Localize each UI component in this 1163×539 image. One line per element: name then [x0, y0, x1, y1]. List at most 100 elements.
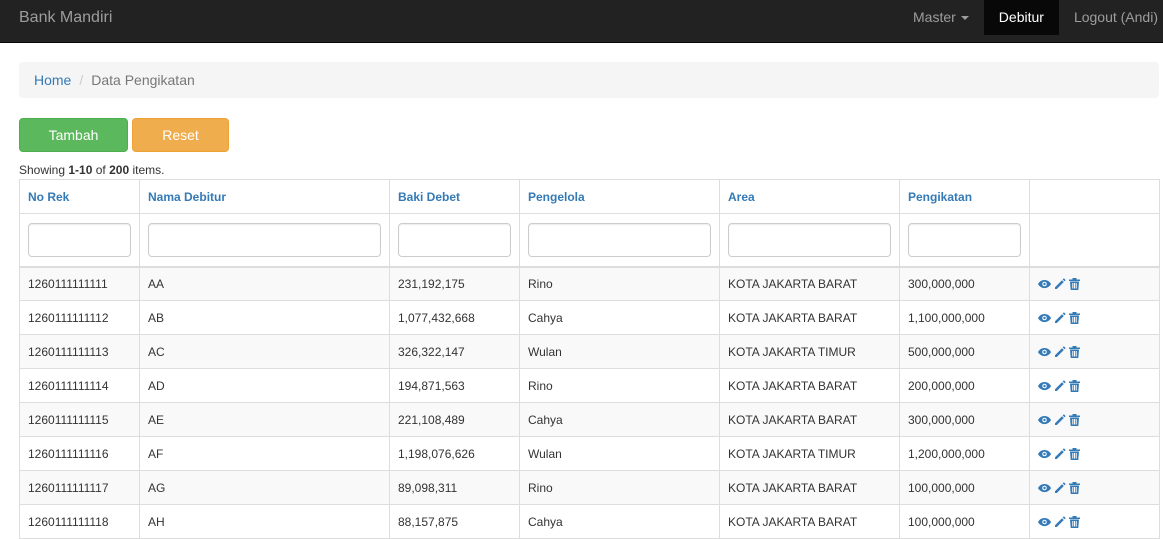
summary-suffix: items.	[129, 163, 165, 177]
pencil-icon[interactable]	[1054, 278, 1066, 290]
cell-baki-debet: 1,198,076,626	[389, 436, 520, 471]
row-actions	[1038, 379, 1151, 392]
column-header-pengikatan[interactable]: Pengikatan	[899, 179, 1030, 214]
row-actions	[1038, 277, 1151, 290]
filter-no-rek-input[interactable]	[28, 222, 131, 257]
breadcrumb-home-link[interactable]: Home	[34, 72, 71, 88]
cell-actions	[1029, 402, 1160, 437]
breadcrumb-current: Data Pengikatan	[91, 72, 195, 88]
trash-icon[interactable]	[1069, 481, 1080, 494]
pencil-icon[interactable]	[1054, 447, 1066, 460]
cell-actions	[1029, 470, 1160, 505]
filter-cell	[519, 213, 720, 268]
cell-area: KOTA JAKARTA TIMUR	[719, 436, 900, 471]
filter-cell	[19, 213, 140, 268]
row-actions	[1038, 447, 1151, 460]
trash-icon[interactable]	[1069, 413, 1080, 426]
column-header-area[interactable]: Area	[719, 179, 900, 214]
cell-no-rek: 1260111111115	[19, 402, 140, 437]
reset-filter-button[interactable]: Reset Filter	[132, 118, 229, 175]
pencil-icon[interactable]	[1054, 379, 1066, 392]
cell-pengikatan: 1,100,000,000	[899, 300, 1030, 335]
cell-pengelola: Wulan	[519, 436, 720, 471]
eye-icon[interactable]	[1038, 346, 1051, 358]
filter-cell	[899, 213, 1030, 268]
cell-actions	[1029, 436, 1160, 471]
cell-pengikatan: 300,000,000	[899, 266, 1030, 301]
eye-icon[interactable]	[1038, 278, 1051, 290]
cell-no-rek: 1260111111112	[19, 300, 140, 335]
cell-baki-debet: 326,322,147	[389, 334, 520, 369]
trash-icon[interactable]	[1069, 515, 1080, 528]
summary-total: 200	[109, 163, 130, 177]
cell-baki-debet: 89,098,311	[389, 470, 520, 505]
eye-icon[interactable]	[1038, 448, 1051, 460]
nav-item-master[interactable]: Master	[898, 0, 984, 35]
cell-nama-debitur: AG	[139, 470, 390, 505]
filter-pengelola-input[interactable]	[528, 222, 711, 257]
filter-cell	[719, 213, 900, 268]
eye-icon[interactable]	[1038, 414, 1051, 426]
eye-icon[interactable]	[1038, 312, 1051, 324]
brand-logo[interactable]: Bank Mandiri	[19, 0, 112, 35]
pencil-icon[interactable]	[1054, 345, 1066, 358]
breadcrumb-separator: /	[79, 72, 84, 88]
column-header-baki-debet[interactable]: Baki Debet	[389, 179, 520, 214]
cell-no-rek: 1260111111113	[19, 334, 140, 369]
cell-pengikatan: 100,000,000	[899, 470, 1030, 505]
table-row: 1260111111116 AF 1,198,076,626 Wulan KOTA JA…	[19, 436, 1160, 471]
trash-icon[interactable]	[1069, 311, 1080, 324]
column-header-nama-debitur[interactable]: Nama Debitur	[139, 179, 390, 214]
cell-baki-debet: 1,077,432,668	[389, 300, 520, 335]
pencil-icon[interactable]	[1054, 515, 1066, 528]
table-body: 1260111111111 AA 231,192,175 Rino KOTA JAKAR…	[19, 266, 1160, 539]
cell-nama-debitur: AB	[139, 300, 390, 335]
cell-pengelola: Rino	[519, 470, 720, 505]
filter-nama-debitur-input[interactable]	[148, 222, 381, 257]
trash-icon[interactable]	[1069, 447, 1080, 460]
filter-baki-debet-input[interactable]	[398, 222, 511, 257]
pencil-icon[interactable]	[1054, 481, 1066, 494]
nav-menu: Master Debitur Logout (Andi)	[898, 0, 1163, 35]
trash-icon[interactable]	[1069, 277, 1080, 290]
nav-item-logout[interactable]: Logout (Andi)	[1059, 0, 1163, 35]
trash-icon[interactable]	[1069, 345, 1080, 358]
cell-nama-debitur: AE	[139, 402, 390, 437]
cell-area: KOTA JAKARTA BARAT	[719, 368, 900, 403]
column-header-no-rek[interactable]: No Rek	[19, 179, 140, 214]
cell-actions	[1029, 334, 1160, 369]
cell-no-rek: 1260111111117	[19, 470, 140, 505]
cell-nama-debitur: AD	[139, 368, 390, 403]
eye-icon[interactable]	[1038, 482, 1051, 494]
pencil-icon[interactable]	[1054, 311, 1066, 324]
cell-area: KOTA JAKARTA BARAT	[719, 266, 900, 301]
filter-row	[19, 213, 1160, 268]
cell-no-rek: 1260111111111	[19, 266, 140, 301]
row-actions	[1038, 413, 1151, 426]
trash-icon[interactable]	[1069, 379, 1080, 392]
cell-baki-debet: 88,157,875	[389, 504, 520, 539]
column-header-pengelola[interactable]: Pengelola	[519, 179, 720, 214]
cell-pengikatan: 500,000,000	[899, 334, 1030, 369]
filter-area-input[interactable]	[728, 222, 891, 257]
eye-icon[interactable]	[1038, 380, 1051, 392]
pencil-icon[interactable]	[1054, 413, 1066, 426]
row-actions	[1038, 345, 1151, 358]
cell-actions	[1029, 504, 1160, 539]
cell-area: KOTA JAKARTA BARAT	[719, 402, 900, 437]
cell-area: KOTA JAKARTA BARAT	[719, 504, 900, 539]
cell-nama-debitur: AC	[139, 334, 390, 369]
cell-nama-debitur: AA	[139, 266, 390, 301]
eye-icon[interactable]	[1038, 516, 1051, 528]
cell-pengikatan: 100,000,000	[899, 504, 1030, 539]
add-data-button[interactable]: Tambah Data	[19, 118, 128, 175]
nav-item-debitur[interactable]: Debitur	[983, 0, 1059, 35]
filter-cell-empty	[1029, 213, 1160, 268]
column-header-actions	[1029, 179, 1160, 214]
summary-middle: of	[92, 163, 110, 177]
cell-pengikatan: 1,200,000,000	[899, 436, 1030, 471]
filter-cell	[139, 213, 390, 268]
cell-pengelola: Rino	[519, 368, 720, 403]
filter-pengikatan-input[interactable]	[908, 222, 1021, 257]
cell-no-rek: 1260111111116	[19, 436, 140, 471]
